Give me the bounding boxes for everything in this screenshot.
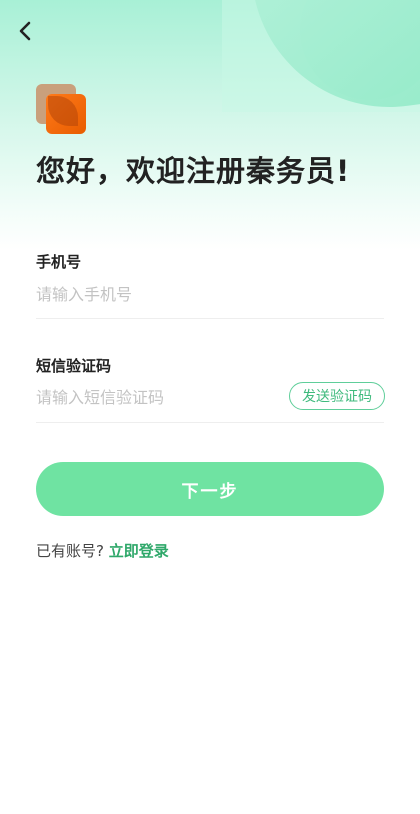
send-code-button[interactable]: 发送验证码 — [289, 382, 385, 410]
back-button[interactable] — [12, 18, 38, 44]
sms-code-label: 短信验证码 — [36, 357, 112, 375]
login-prompt-row: 已有账号? 立即登录 — [36, 540, 169, 561]
sms-code-divider — [36, 422, 384, 423]
sms-code-input[interactable] — [36, 382, 276, 412]
login-prompt-text: 已有账号? — [36, 542, 104, 560]
chevron-left-icon — [19, 21, 31, 41]
phone-input[interactable] — [36, 279, 384, 309]
register-screen: 您好，欢迎注册秦务员! 手机号 短信验证码 发送验证码 下一步 已有账号? 立即… — [0, 0, 420, 814]
page-title: 您好，欢迎注册秦务员! — [36, 154, 351, 188]
phone-label: 手机号 — [36, 253, 82, 271]
app-logo — [36, 84, 88, 136]
next-step-button[interactable]: 下一步 — [36, 462, 384, 516]
login-link[interactable]: 立即登录 — [109, 542, 169, 560]
phone-divider — [36, 318, 384, 319]
